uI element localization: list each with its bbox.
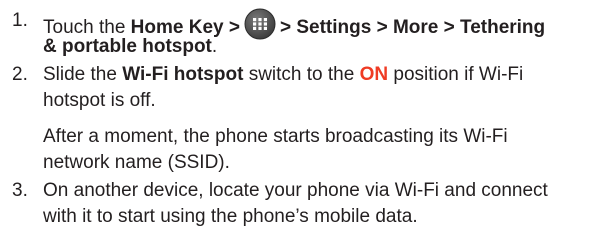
step-2-mid: switch to the xyxy=(243,64,360,85)
step-2-suffix: position if Wi-Fi xyxy=(388,64,524,85)
settings-path: > Settings > More > Tethering xyxy=(279,17,546,38)
on-state-label: ON xyxy=(359,64,389,85)
step-3-number: 3. xyxy=(12,180,28,201)
step-1-number: 1. xyxy=(12,10,28,31)
step-3-line-1: On another device, locate your phone via… xyxy=(43,180,548,201)
wifi-hotspot-label: Wi-Fi hotspot xyxy=(122,64,244,85)
step-3-line-2: with it to start using the phone’s mobil… xyxy=(43,206,418,227)
step-2-note-line-2: network name (SSID). xyxy=(43,152,230,173)
step-2-line-2: hotspot is off. xyxy=(43,90,156,111)
step-1-text: Touch the Home Key > > Settings > More >… xyxy=(43,8,583,60)
step-2-line-1: Slide the Wi-Fi hotspot switch to the ON… xyxy=(43,62,583,88)
apps-launcher-icon xyxy=(244,8,276,40)
step-2-text: Slide the Wi-Fi hotspot switch to the ON… xyxy=(43,62,583,114)
step-1-period: . xyxy=(211,36,218,57)
step-2-note: After a moment, the phone starts broadca… xyxy=(43,124,583,176)
step-2-prefix: Slide the xyxy=(43,64,123,85)
hotspot-menu-label: & portable hotspot xyxy=(43,36,212,57)
step-1-line-1: Touch the Home Key > > Settings > More >… xyxy=(43,8,583,40)
step-2-number: 2. xyxy=(12,64,28,85)
step-2-note-line-1: After a moment, the phone starts broadca… xyxy=(43,126,508,147)
step-3-text: On another device, locate your phone via… xyxy=(43,178,583,230)
